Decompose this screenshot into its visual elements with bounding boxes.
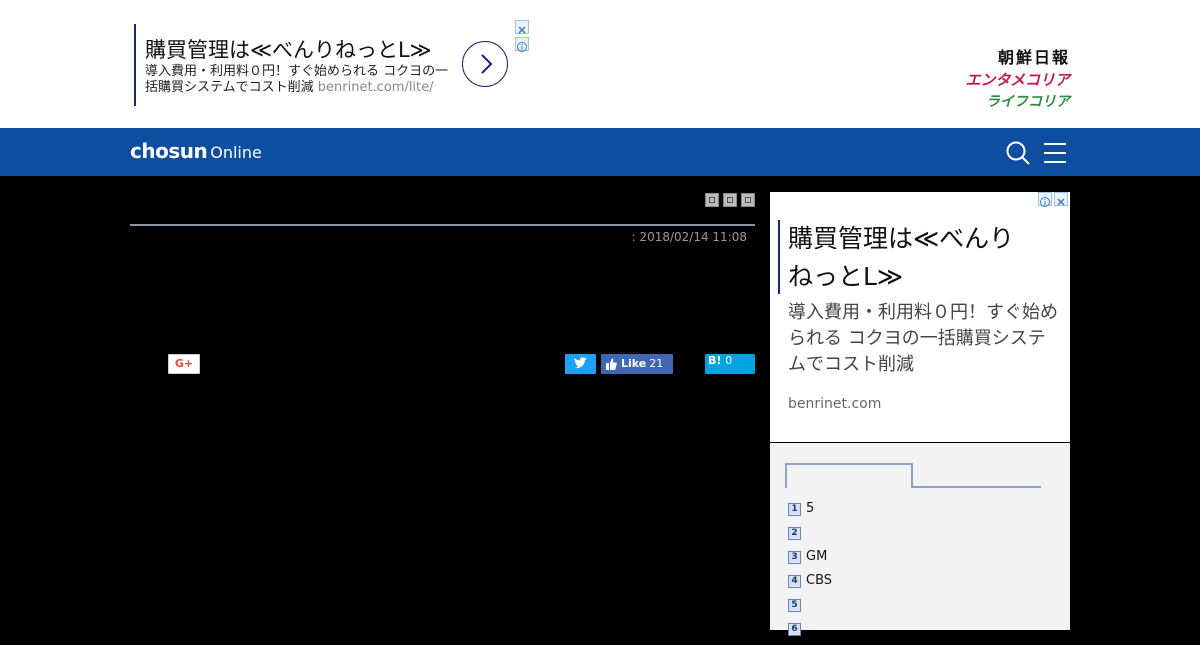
top-header: 購買管理は≪べんりねっとL≫ 導入費用・利用料０円！すぐ始められる コクヨの一括… [0,0,1200,128]
hatena-bookmark-button[interactable]: B! 0 [705,354,755,374]
rank-number-badge: 2 [788,527,801,540]
ranking-item[interactable]: 2 [788,525,1058,549]
title-divider [130,224,755,226]
ranking-list: 15 2 3 GM 4 CBS 5 6 [788,501,1058,645]
side-ad-url: benrinet.com [788,396,882,412]
ranking-item[interactable]: 15 [788,501,1058,525]
top-ad-description: 導入費用・利用料０円！すぐ始められる コクヨの一括購買システムでコスト削減 be… [145,64,451,96]
rank-number-badge: 5 [788,599,801,612]
rank-number-badge: 4 [788,575,801,588]
ranking-item[interactable]: 6 [788,621,1058,645]
thumbs-up-icon [606,358,617,370]
ranking-panel: 15 2 3 GM 4 CBS 5 6 [770,443,1070,636]
hatena-count: 0 [725,354,733,367]
brand-entame-korea[interactable]: エンタメコリア [930,69,1070,90]
twitter-bird-icon [574,357,587,369]
hatena-label: B! [708,354,722,367]
ranking-tabs [785,463,1041,488]
brand-chosun-ilbo[interactable]: 朝鮮日報 [940,44,1070,68]
facebook-like-button[interactable]: Like 21 [601,354,673,374]
side-ad[interactable]: 購買管理は≪べんりねっとL≫ 導入費用・利用料０円！すぐ始められる コクヨの一括… [770,192,1070,442]
ranking-item[interactable]: 3 GM [788,549,1058,573]
article-tools [701,192,755,207]
article-date: : 2018/02/14 11:08 [631,230,747,244]
side-ad-close-icon[interactable] [1054,192,1068,206]
ranking-tab-inactive[interactable] [913,486,1041,488]
top-ad-title[interactable]: 購買管理は≪べんりねっとL≫ [145,34,449,64]
fb-like-count: 21 [649,357,664,370]
ranking-item-title[interactable]: CBS [806,573,832,589]
side-ad-title[interactable]: 購買管理は≪べんりねっとL≫ [788,220,1038,296]
ranking-item[interactable]: 4 CBS [788,573,1058,597]
logo-light: Online [210,143,262,162]
twitter-share-button[interactable] [565,354,596,374]
article: : 2018/02/14 11:08 G+ Like 21 B! 0 [130,192,755,630]
ranking-item-title[interactable]: 5 [806,501,814,517]
side-ad-info-icon[interactable] [1038,192,1052,207]
logo-bold: chosun [130,139,208,163]
search-icon[interactable] [1005,140,1031,166]
top-ad-url: benrinet.com/lite/ [317,80,434,95]
menu-icon[interactable] [1042,140,1068,166]
rank-number-badge: 1 [788,503,801,516]
save-icon[interactable] [723,193,737,207]
site-logo[interactable]: chosun Online [130,139,262,163]
ranking-item-title[interactable]: GM [806,549,827,565]
ad-info-icon[interactable] [515,37,529,52]
chevron-right-icon [481,54,493,74]
sidebar: 購買管理は≪べんりねっとL≫ 導入費用・利用料０円！すぐ始められる コクヨの一括… [770,192,1070,636]
google-plus-share-button[interactable]: G+ [168,354,200,374]
brand-life-korea[interactable]: ライフコリア [930,91,1070,111]
rank-number-badge: 3 [788,551,801,564]
top-ad[interactable]: 購買管理は≪べんりねっとL≫ 導入費用・利用料０円！すぐ始められる コクヨの一括… [134,24,526,106]
nav-bar: chosun Online [0,128,1200,176]
ad-open-button[interactable] [462,41,508,87]
ranking-tab-active[interactable] [785,463,913,488]
back-icon[interactable] [741,193,755,207]
side-ad-accent [778,220,780,294]
fb-like-label: Like [621,357,647,370]
side-ad-description: 導入費用・利用料０円！すぐ始められる コクヨの一括購買システムでコスト削減 [788,302,1058,375]
ad-close-icon[interactable] [515,20,529,34]
print-icon[interactable] [705,193,719,207]
ranking-item[interactable]: 5 [788,597,1058,621]
